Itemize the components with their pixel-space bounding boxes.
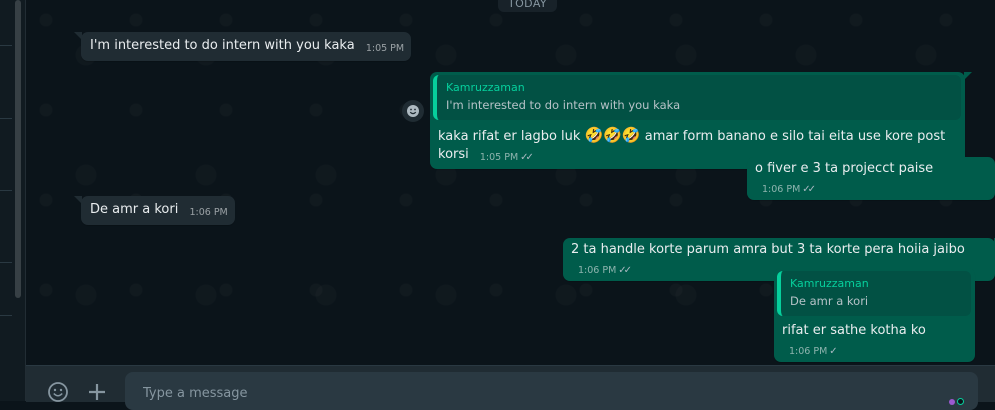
message-text: o fiver e 3 ta projecct paise	[755, 161, 934, 176]
composer-bar	[26, 365, 995, 410]
message-text: I'm interested to do intern with you kak…	[90, 38, 355, 53]
bubble-tail	[74, 32, 82, 40]
divider	[0, 190, 12, 191]
quoted-message[interactable]: Kamruzzaman I'm interested to do intern …	[433, 75, 961, 120]
message-time: 1:05 PM ✓✓	[479, 152, 534, 163]
message-input-container[interactable]	[125, 372, 978, 410]
divider	[0, 262, 12, 263]
message-time: 1:06 PM ✓✓	[762, 184, 816, 195]
quote-author: Kamruzzaman	[790, 277, 869, 290]
quoted-message[interactable]: Kamruzzaman De amr a kori	[777, 271, 971, 316]
message-text: 2 ta handle korte parum amra but 3 ta ko…	[571, 242, 965, 257]
smiley-icon[interactable]	[402, 100, 424, 122]
message-time: 1:06 PM	[189, 207, 228, 218]
double-check-icon: ✓✓	[618, 265, 632, 276]
quote-author: Kamruzzaman	[446, 81, 525, 94]
bubble-tail	[964, 72, 972, 80]
message-time: 1:05 PM	[365, 43, 405, 54]
quote-text: I'm interested to do intern with you kak…	[446, 98, 681, 112]
status-dots-icon	[947, 390, 964, 409]
message-outgoing[interactable]: Kamruzzaman I'm interested to do intern …	[430, 72, 972, 169]
divider	[0, 118, 12, 119]
sidebar-scrollbar[interactable]	[15, 0, 21, 298]
message-incoming[interactable]: I'm interested to do intern with you kak…	[74, 32, 412, 61]
quote-text: De amr a kori	[790, 294, 869, 308]
plus-icon[interactable]	[87, 382, 113, 408]
divider	[0, 45, 12, 46]
message-incoming[interactable]: De amr a kori 1:06 PM	[74, 196, 235, 225]
message-text: De amr a kori	[90, 202, 179, 217]
message-text: rifat er sathe kotha ko	[782, 323, 926, 338]
message-time: 1:06 PM ✓	[789, 346, 838, 357]
double-check-icon: ✓✓	[802, 184, 816, 195]
message-text: kaka rifat er lagbo luk	[438, 129, 585, 144]
divider	[0, 315, 12, 316]
date-separator: TODAY	[498, 0, 558, 12]
sidebar-edge	[0, 0, 26, 401]
single-check-icon: ✓	[829, 346, 838, 357]
message-time: 1:06 PM ✓✓	[578, 265, 632, 276]
conversation-panel[interactable]: TODAY I'm interested to do intern with y…	[26, 0, 995, 365]
dot	[949, 399, 955, 405]
dot	[957, 398, 964, 405]
emoji-icon[interactable]	[47, 381, 73, 407]
bubble-tail	[74, 196, 82, 204]
emoji-laughing: 🤣🤣🤣	[584, 126, 641, 144]
double-check-icon: ✓✓	[520, 152, 534, 163]
message-outgoing[interactable]: o fiver e 3 ta projecct paise 1:06 PM ✓✓	[747, 157, 995, 200]
message-outgoing[interactable]: Kamruzzaman De amr a kori rifat er sathe…	[774, 268, 975, 362]
